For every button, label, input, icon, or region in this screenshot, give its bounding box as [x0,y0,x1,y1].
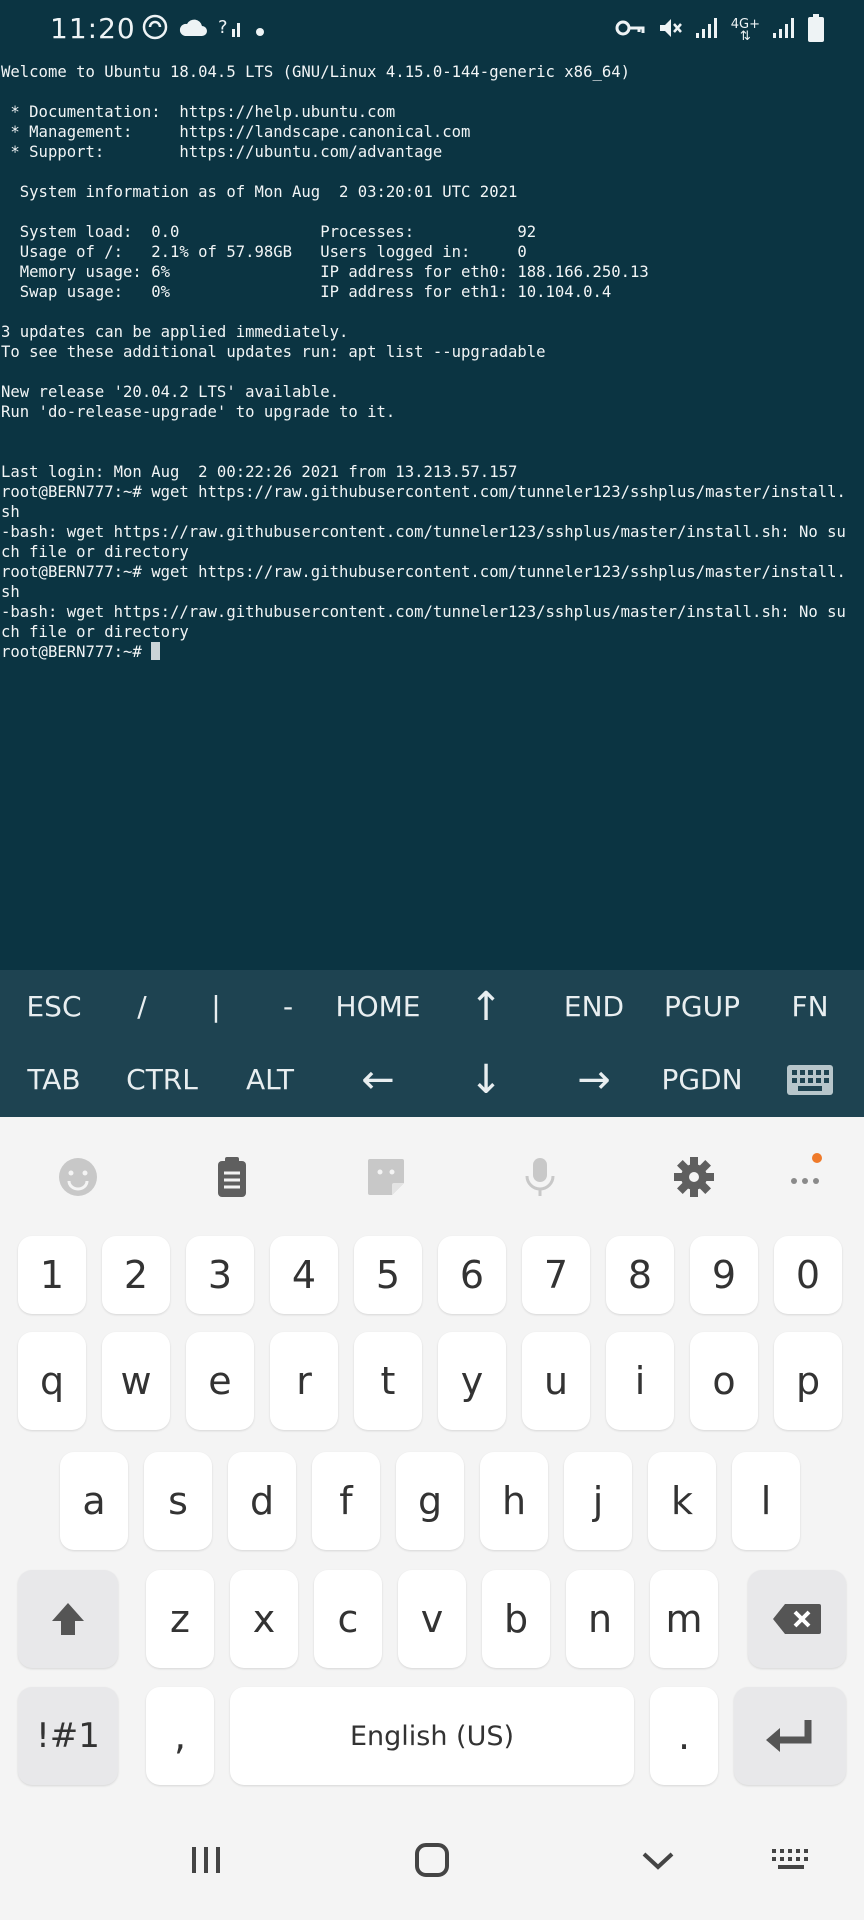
terminal-output[interactable]: Welcome to Ubuntu 18.04.5 LTS (GNU/Linux… [0,62,864,970]
key-d[interactable]: d [228,1452,296,1550]
key-t[interactable]: t [354,1332,422,1430]
period-key[interactable]: . [650,1687,718,1785]
key-6[interactable]: 6 [438,1236,506,1314]
key-b[interactable]: b [482,1570,550,1668]
key-p[interactable]: p [774,1332,842,1430]
extra-keys-row-2: TAB CTRL ALT ← ↓ → PGDN [0,1043,864,1116]
key-0[interactable]: 0 [774,1236,842,1314]
shift-key[interactable] [18,1570,118,1668]
key-j[interactable]: j [564,1452,632,1550]
network-label: 4G+ [730,17,760,32]
shift-icon [52,1603,84,1635]
signal-icon-2 [772,17,796,45]
enter-icon [766,1720,812,1752]
terminal-prompt: root@BERN777:~# [1,643,152,661]
key-8[interactable]: 8 [606,1236,674,1314]
extra-keys-bar: ESC / | - HOME ↑ END PGUP FN TAB CTRL AL… [0,970,864,1117]
microphone-icon[interactable] [510,1147,570,1207]
home-key[interactable]: HOME [324,970,432,1043]
key-9[interactable]: 9 [690,1236,758,1314]
comma-key[interactable]: , [146,1687,214,1785]
key-1[interactable]: 1 [18,1236,86,1314]
sticker-icon[interactable] [356,1147,416,1207]
pgdn-key[interactable]: PGDN [648,1043,756,1116]
key-y[interactable]: y [438,1332,506,1430]
key-l[interactable]: l [732,1452,800,1550]
clipboard-icon[interactable] [202,1147,262,1207]
arrow-up-key[interactable]: ↑ [432,970,540,1043]
key-o[interactable]: o [690,1332,758,1430]
key-e[interactable]: e [186,1332,254,1430]
arrow-right-key[interactable]: → [540,1043,648,1116]
key-7[interactable]: 7 [522,1236,590,1314]
backspace-icon [773,1604,821,1634]
terminal-cursor [151,642,161,660]
arrow-left-key[interactable]: ← [324,1043,432,1116]
key-h[interactable]: h [480,1452,548,1550]
arrow-down-key[interactable]: ↓ [432,1043,540,1116]
key-i[interactable]: i [606,1332,674,1430]
backspace-key[interactable] [748,1570,846,1668]
spiral-app-icon [142,14,168,47]
recent-apps-icon[interactable] [166,1825,246,1895]
network-4g-icon: 4G+ ⇅ [730,17,760,44]
alt-key[interactable]: ALT [216,1043,324,1116]
mute-icon [657,16,683,46]
back-icon[interactable] [618,1825,698,1895]
key-c[interactable]: c [314,1570,382,1668]
key-u[interactable]: u [522,1332,590,1430]
key-5[interactable]: 5 [354,1236,422,1314]
status-time: 11:20 [50,12,136,45]
terminal-text: Welcome to Ubuntu 18.04.5 LTS (GNU/Linux… [1,63,846,661]
soft-keyboard: 1 2 3 4 5 6 7 8 9 0 q w e r t y u i o p a s d f g h j k l z x c v b n m !#1,… [0,1117,864,1805]
navigation-bar [0,1805,864,1920]
vpn-key-icon [615,18,645,44]
keyboard-toggle-icon[interactable] [756,1043,864,1116]
key-s[interactable]: s [144,1452,212,1550]
key-4[interactable]: 4 [270,1236,338,1314]
key-z[interactable]: z [146,1570,214,1668]
dot-icon [254,17,266,45]
status-left-icons: ? [142,14,266,47]
fn-key[interactable]: FN [756,970,864,1043]
key-g[interactable]: g [396,1452,464,1550]
cloud-icon [178,16,208,45]
key-3[interactable]: 3 [186,1236,254,1314]
key-w[interactable]: w [102,1332,170,1430]
symbols-key[interactable]: !#1 [18,1687,118,1785]
key-x[interactable]: x [230,1570,298,1668]
more-icon[interactable] [776,1147,836,1207]
signal-unknown-icon: ? [218,15,244,46]
pgup-key[interactable]: PGUP [648,970,756,1043]
settings-icon[interactable] [664,1147,724,1207]
emoji-icon[interactable] [48,1147,108,1207]
key-v[interactable]: v [398,1570,466,1668]
key-r[interactable]: r [270,1332,338,1430]
key-m[interactable]: m [650,1570,718,1668]
status-bar: 11:20 ? 4G+ ⇅ [0,0,864,62]
key-q[interactable]: q [18,1332,86,1430]
tab-key[interactable]: TAB [0,1043,108,1116]
keyboard-switch-icon[interactable] [752,1825,832,1895]
key-f[interactable]: f [312,1452,380,1550]
ctrl-key[interactable]: CTRL [108,1043,216,1116]
battery-icon [808,14,824,48]
keyboard-toolbar [0,1117,864,1237]
key-k[interactable]: k [648,1452,716,1550]
space-key[interactable]: English (US) [230,1687,634,1785]
key-a[interactable]: a [60,1452,128,1550]
svg-text:?: ? [218,17,228,38]
extra-keys-row-1: ESC / | - HOME ↑ END PGUP FN [0,970,864,1043]
end-key[interactable]: END [540,970,648,1043]
key-n[interactable]: n [566,1570,634,1668]
home-icon[interactable] [392,1825,472,1895]
enter-key[interactable] [734,1687,846,1785]
key-2[interactable]: 2 [102,1236,170,1314]
notification-dot [812,1153,822,1163]
status-right-icons: 4G+ ⇅ [615,14,824,48]
signal-icon [695,17,719,45]
